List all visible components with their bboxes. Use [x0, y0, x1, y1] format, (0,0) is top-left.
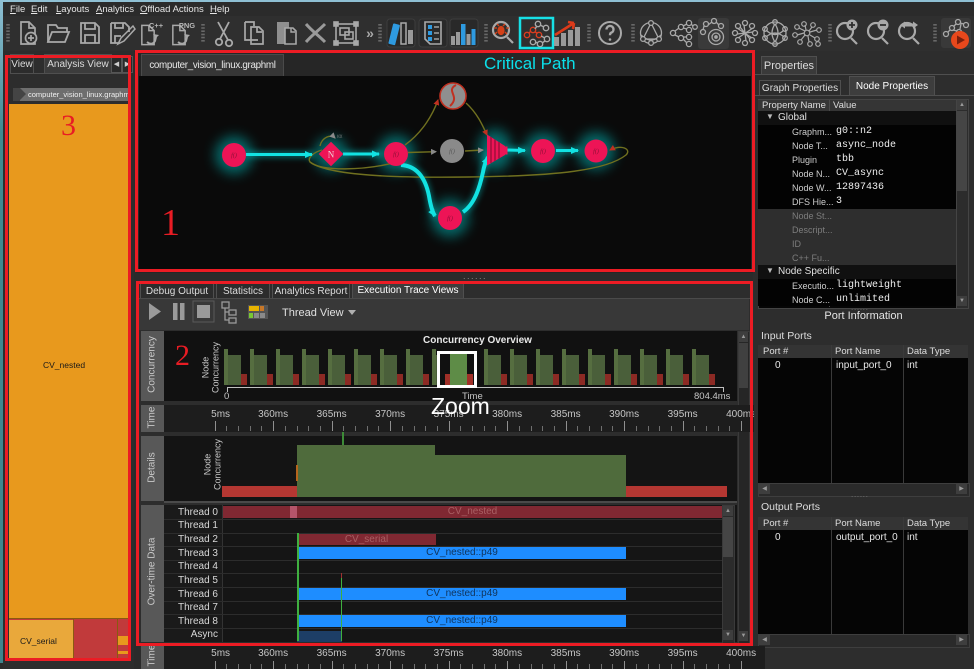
svg-text:((((: ((((	[337, 133, 343, 138]
svg-text:f(): f()	[593, 148, 599, 155]
svg-text:Thread View: Thread View	[282, 307, 344, 319]
svg-text:C++: C++	[149, 21, 164, 30]
svg-text:f(): f()	[231, 152, 237, 159]
svg-text:f(): f()	[393, 151, 399, 158]
svg-text:»: »	[366, 25, 374, 41]
svg-text:PNG: PNG	[179, 21, 195, 30]
svg-text:f(): f()	[449, 148, 455, 155]
svg-text:N: N	[328, 150, 335, 160]
svg-text:f(): f()	[447, 215, 453, 222]
svg-text:f(): f()	[540, 148, 546, 155]
